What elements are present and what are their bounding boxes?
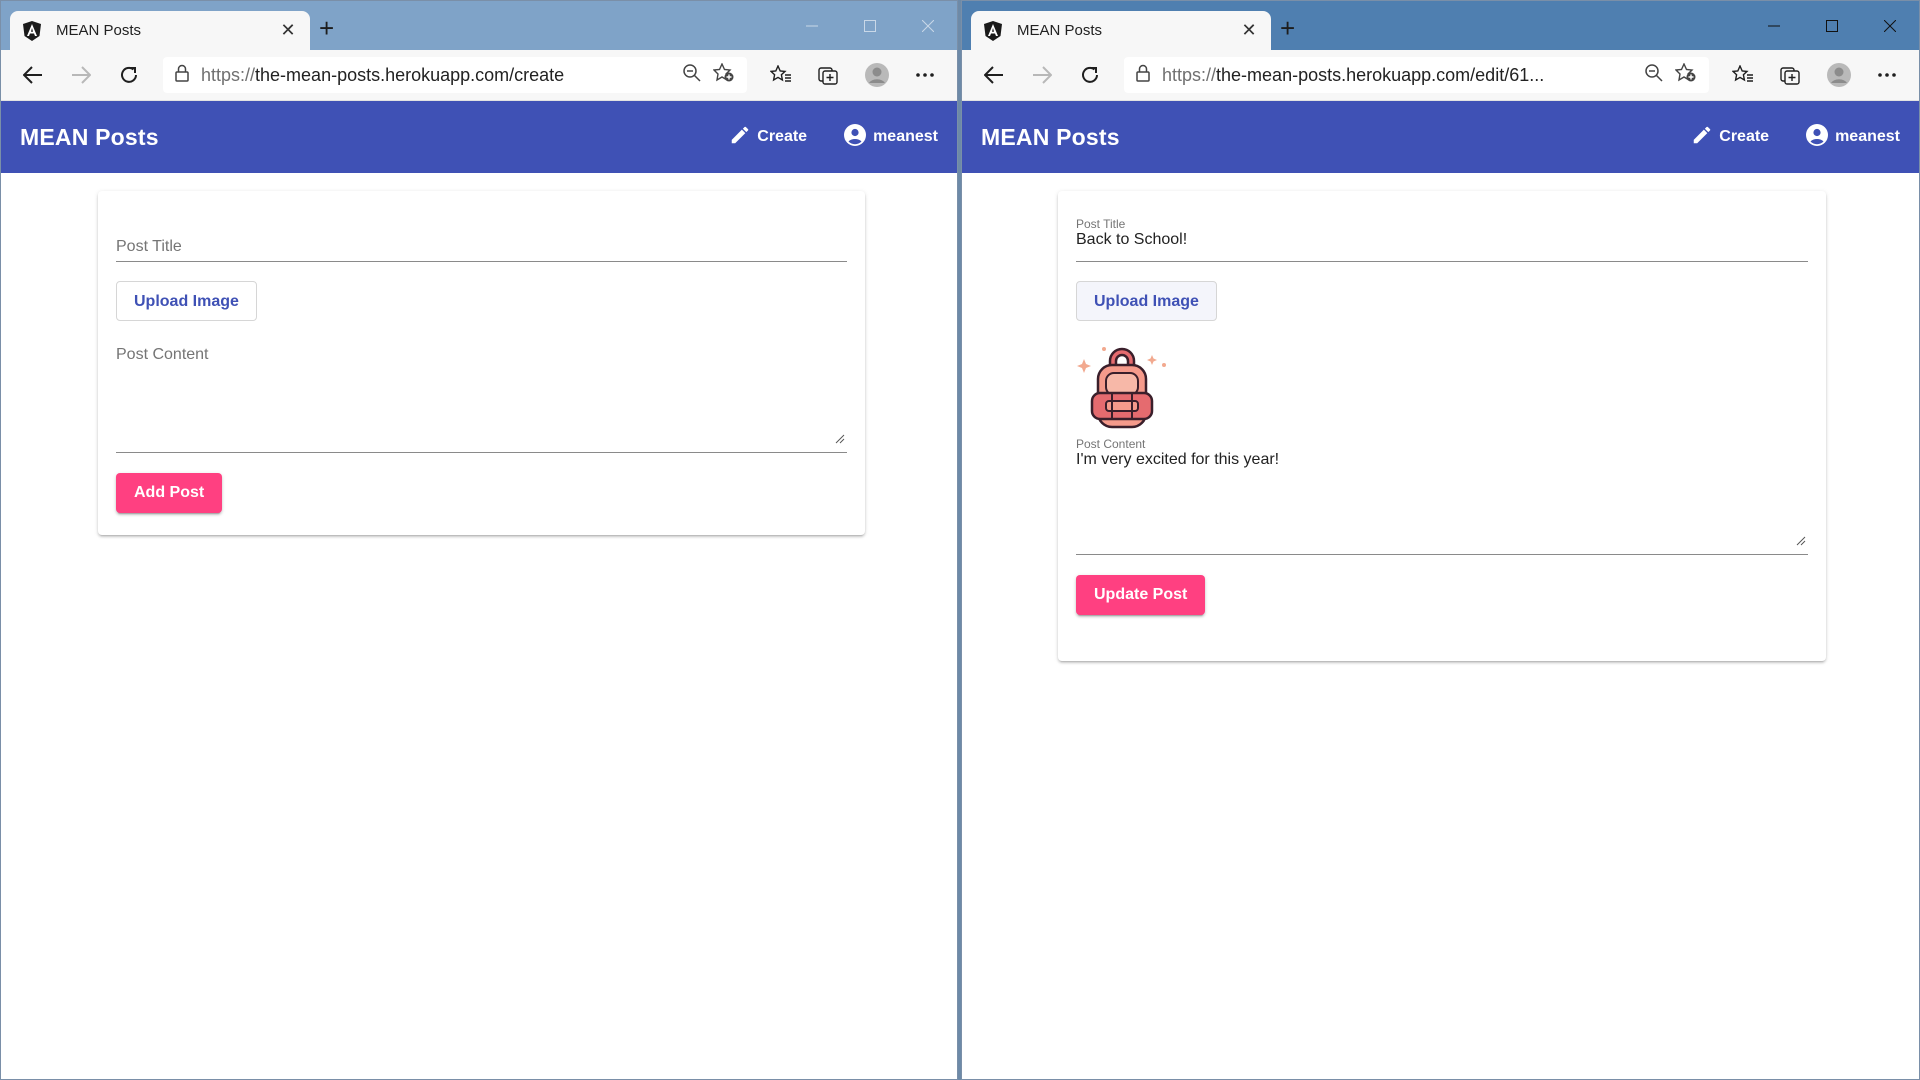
back-button[interactable] — [972, 57, 1016, 93]
resize-grip-icon[interactable] — [835, 431, 845, 449]
post-title-label: Post Title — [1076, 217, 1126, 231]
title-bar: MEAN Posts ✕ + — [1, 1, 957, 50]
add-favorite-icon[interactable] — [1674, 61, 1697, 88]
app-title[interactable]: MEAN Posts — [20, 124, 729, 151]
angular-favicon-icon — [22, 20, 42, 41]
url-protocol: https:// — [201, 64, 256, 85]
lock-icon — [1136, 64, 1150, 87]
tab-close-icon[interactable]: ✕ — [1239, 20, 1259, 41]
post-title-value: Back to School! — [1076, 231, 1188, 248]
app-title[interactable]: MEAN Posts — [981, 124, 1691, 151]
url-text: https://the-mean-posts.herokuapp.com/cre… — [201, 65, 671, 86]
minimize-button[interactable] — [783, 1, 841, 50]
back-button[interactable] — [11, 57, 55, 93]
close-window-button[interactable] — [899, 1, 957, 50]
address-toolbar: https://the-mean-posts.herokuapp.com/edi… — [962, 50, 1919, 101]
post-edit-card: Post Title Back to School! Upload Image — [1058, 191, 1826, 661]
url-field[interactable]: https://the-mean-posts.herokuapp.com/edi… — [1124, 57, 1709, 93]
url-host-path: the-mean-posts.herokuapp.com/edit/61... — [1216, 64, 1545, 85]
collections-icon[interactable] — [807, 57, 851, 93]
more-menu-icon[interactable] — [1865, 57, 1909, 93]
upload-image-button[interactable]: Upload Image — [116, 281, 257, 321]
minimize-button[interactable] — [1745, 1, 1803, 50]
browser-window-edit: MEAN Posts ✕ + https://the-mean-posts.he… — [961, 0, 1920, 1080]
app-header: MEAN Posts Create meanest — [962, 101, 1919, 173]
create-label: Create — [1719, 128, 1770, 145]
username-label: meanest — [873, 128, 938, 145]
window-controls — [783, 1, 957, 50]
resize-grip-icon[interactable] — [1796, 533, 1806, 551]
address-toolbar: https://the-mean-posts.herokuapp.com/cre… — [1, 50, 957, 101]
angular-favicon-icon — [983, 20, 1003, 41]
user-menu[interactable]: meanest — [1805, 123, 1900, 152]
url-protocol: https:// — [1162, 64, 1217, 85]
tab-title: MEAN Posts — [1017, 22, 1103, 39]
window-controls — [1745, 1, 1919, 50]
post-create-card: Post Title Upload Image Post Content Add… — [98, 191, 865, 535]
browser-window-create: MEAN Posts ✕ + https://the-mean-posts.he… — [0, 0, 958, 1080]
post-content-textarea[interactable]: Post Content — [116, 341, 847, 453]
post-content-label: Post Content — [1076, 437, 1146, 451]
create-label: Create — [757, 128, 808, 145]
pencil-icon — [1691, 124, 1713, 151]
browser-tab[interactable]: MEAN Posts ✕ — [10, 11, 310, 50]
url-host-path: the-mean-posts.herokuapp.com/create — [255, 64, 565, 85]
post-content-placeholder: Post Content — [116, 346, 209, 363]
account-circle-icon — [1805, 123, 1829, 152]
browser-tab[interactable]: MEAN Posts ✕ — [971, 11, 1271, 50]
username-label: meanest — [1835, 128, 1900, 145]
maximize-button[interactable] — [841, 1, 899, 50]
post-title-input[interactable]: Post Title — [116, 209, 847, 262]
app-nav: Create meanest — [1691, 123, 1900, 152]
forward-button[interactable] — [1020, 57, 1064, 93]
zoom-icon[interactable] — [1645, 63, 1663, 87]
add-favorite-icon[interactable] — [712, 61, 735, 88]
url-field[interactable]: https://the-mean-posts.herokuapp.com/cre… — [163, 57, 747, 93]
account-circle-icon — [843, 123, 867, 152]
favorites-icon[interactable] — [1721, 57, 1765, 93]
new-tab-icon[interactable]: + — [319, 15, 334, 41]
post-title-placeholder: Post Title — [116, 238, 182, 255]
refresh-button[interactable] — [107, 57, 151, 93]
url-text: https://the-mean-posts.herokuapp.com/edi… — [1162, 65, 1633, 86]
app-header: MEAN Posts Create meanest — [1, 101, 957, 173]
lock-icon — [175, 64, 189, 87]
forward-button[interactable] — [59, 57, 103, 93]
refresh-button[interactable] — [1068, 57, 1112, 93]
user-menu[interactable]: meanest — [843, 123, 938, 152]
profile-avatar-icon[interactable] — [1817, 57, 1861, 93]
add-post-button[interactable]: Add Post — [116, 473, 223, 513]
more-menu-icon[interactable] — [903, 57, 947, 93]
app-nav: Create meanest — [729, 123, 938, 152]
upload-image-button[interactable]: Upload Image — [1076, 281, 1217, 321]
create-link[interactable]: Create — [729, 124, 807, 151]
desktop: MEAN Posts ✕ + https://the-mean-posts.he… — [0, 0, 1920, 1080]
update-post-button[interactable]: Update Post — [1076, 575, 1206, 615]
post-content-textarea[interactable]: Post Content I'm very excited for this y… — [1076, 437, 1808, 555]
tab-close-icon[interactable]: ✕ — [278, 20, 298, 41]
title-bar: MEAN Posts ✕ + — [962, 1, 1919, 50]
pencil-icon — [729, 124, 751, 151]
zoom-icon[interactable] — [683, 63, 701, 87]
create-link[interactable]: Create — [1691, 124, 1769, 151]
favorites-icon[interactable] — [759, 57, 803, 93]
maximize-button[interactable] — [1803, 1, 1861, 50]
post-content-value: I'm very excited for this year! — [1076, 451, 1280, 468]
close-window-button[interactable] — [1861, 1, 1919, 50]
backpack-icon — [1076, 347, 1168, 437]
post-title-input[interactable]: Post Title Back to School! — [1076, 209, 1808, 262]
new-tab-icon[interactable]: + — [1280, 15, 1295, 41]
profile-avatar-icon[interactable] — [855, 57, 899, 93]
collections-icon[interactable] — [1769, 57, 1813, 93]
image-preview — [1076, 341, 1808, 433]
tab-title: MEAN Posts — [56, 22, 142, 39]
